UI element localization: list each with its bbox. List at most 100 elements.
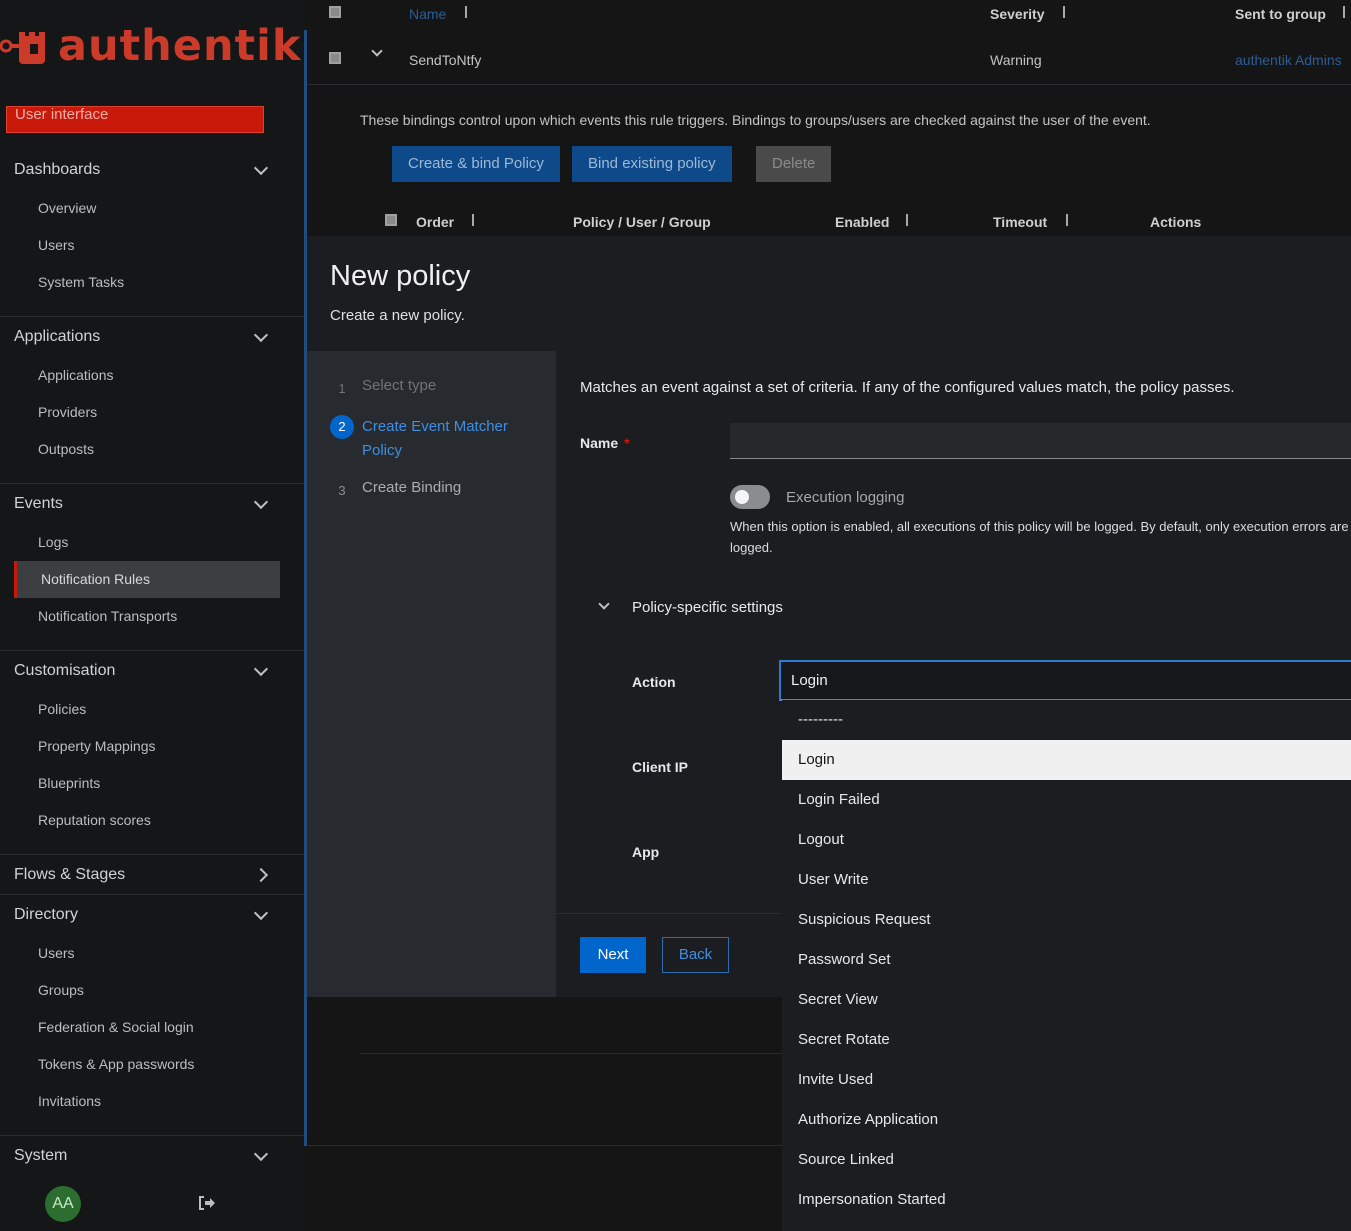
back-button[interactable]: Back (662, 937, 729, 973)
delete-button[interactable]: Delete (756, 146, 832, 182)
column-order[interactable]: Order (416, 214, 454, 230)
action-option[interactable]: Authorize Application (782, 1100, 1351, 1140)
sidebar-footer: AA (0, 1175, 304, 1231)
column-actions: Actions (1150, 214, 1202, 230)
sidebar-item-groups[interactable]: Groups (0, 972, 280, 1009)
execution-logging-toggle[interactable] (730, 485, 770, 509)
action-label: Action (632, 674, 676, 690)
create-bind-policy-button[interactable]: Create & bind Policy (392, 146, 560, 182)
sidebar-item-logs[interactable]: Logs (0, 524, 280, 561)
chevron-down-icon (253, 327, 269, 343)
bindings-help-text: These bindings control upon which events… (360, 112, 1151, 128)
rule-severity: Warning (990, 52, 1042, 68)
name-label-text: Name (580, 435, 619, 451)
nav-group-system: System (0, 1136, 304, 1176)
name-field[interactable] (730, 423, 1351, 459)
column-name[interactable]: Name (409, 6, 446, 22)
sidebar: authentik User interface Dashboards Over… (0, 0, 304, 1231)
chevron-down-icon[interactable] (598, 598, 610, 610)
action-option[interactable]: Impersonation Started (782, 1180, 1351, 1220)
chevron-down-icon (253, 1146, 269, 1162)
nav-group-flows-stages-toggle[interactable]: Flows & Stages (0, 855, 304, 895)
wizard-step-create-binding[interactable]: 3 Create Binding (330, 479, 461, 503)
action-option[interactable]: Source Linked (782, 1140, 1351, 1180)
sidebar-item-blueprints[interactable]: Blueprints (0, 765, 280, 802)
action-option[interactable]: Secret View (782, 980, 1351, 1020)
select-all-checkbox[interactable] (329, 6, 341, 18)
action-option[interactable]: Logout (782, 820, 1351, 860)
nav-group-directory-toggle[interactable]: Directory (0, 895, 304, 935)
column-sent-to-group[interactable]: Sent to group (1235, 6, 1326, 22)
sort-icon (1343, 6, 1345, 18)
step-label: Create Event Matcher Policy (362, 418, 508, 459)
sidebar-item-notification-rules[interactable]: Notification Rules (14, 561, 280, 598)
user-interface-button[interactable]: User interface (6, 106, 264, 133)
wizard-step-create-policy[interactable]: 2 Create Event Matcher Policy (330, 415, 540, 463)
chevron-down-icon (253, 160, 269, 176)
action-option[interactable]: User Write (782, 860, 1351, 900)
sidebar-item-applications[interactable]: Applications (0, 357, 280, 394)
policy-description: Matches an event against a set of criter… (580, 379, 1235, 396)
rule-group-link[interactable]: authentik Admins (1235, 52, 1342, 68)
sidebar-item-users[interactable]: Users (0, 935, 280, 972)
sidebar-item-providers[interactable]: Providers (0, 394, 280, 431)
action-option[interactable]: Secret Rotate (782, 1020, 1351, 1060)
nav-group-label: Dashboards (14, 161, 101, 178)
action-option[interactable]: --------- (782, 700, 1351, 740)
wizard-step-select-type[interactable]: 1 Select type (330, 377, 436, 401)
wizard-steps: 1 Select type 2 Create Event Matcher Pol… (307, 351, 556, 997)
chevron-down-icon (253, 661, 269, 677)
nav-group-label: Applications (14, 328, 101, 345)
sort-icon (472, 214, 474, 226)
nav-group-applications: Applications Applications Providers Outp… (0, 317, 304, 468)
sidebar-item-tokens[interactable]: Tokens & App passwords (0, 1046, 280, 1083)
action-option-selected[interactable]: Login (782, 740, 1351, 780)
required-marker: * (624, 435, 630, 451)
column-timeout[interactable]: Timeout (993, 214, 1047, 230)
sidebar-item-outposts[interactable]: Outposts (0, 431, 280, 468)
step-label: Create Binding (362, 479, 462, 496)
execution-logging-label: Execution logging (786, 489, 905, 506)
sidebar-item-policies[interactable]: Policies (0, 691, 280, 728)
sort-down-icon (465, 6, 467, 18)
sidebar-item-notification-transports[interactable]: Notification Transports (0, 598, 280, 635)
action-option[interactable]: Login Failed (782, 780, 1351, 820)
sidebar-item-reputation-scores[interactable]: Reputation scores (0, 802, 280, 839)
nav-group-label: Events (14, 495, 63, 512)
nav-group-events-toggle[interactable]: Events (0, 484, 304, 524)
logout-icon[interactable] (198, 1195, 216, 1211)
rule-name: SendToNtfy (409, 52, 482, 68)
nav-group-label: System (14, 1147, 68, 1164)
action-option[interactable]: Invite Used (782, 1060, 1351, 1100)
chevron-down-icon (253, 494, 269, 510)
column-severity[interactable]: Severity (990, 6, 1044, 22)
brand-logo[interactable]: authentik (0, 22, 301, 70)
nav-group-events: Events Logs Notification Rules Notificat… (0, 484, 304, 635)
nav-group-system-toggle[interactable]: System (0, 1136, 304, 1176)
row-checkbox[interactable] (329, 52, 341, 64)
chevron-down-icon[interactable] (371, 45, 383, 57)
nav-group-label: Flows & Stages (14, 866, 126, 883)
nav-group-customisation-toggle[interactable]: Customisation (0, 651, 304, 691)
column-policy-user-group: Policy / User / Group (573, 214, 711, 230)
sidebar-item-system-tasks[interactable]: System Tasks (0, 264, 280, 301)
action-select[interactable]: Login (779, 660, 1351, 701)
sidebar-item-overview[interactable]: Overview (0, 190, 280, 227)
action-option[interactable]: Suspicious Request (782, 900, 1351, 940)
action-option[interactable]: Password Set (782, 940, 1351, 980)
select-all-bindings-checkbox[interactable] (385, 214, 397, 226)
sidebar-item-invitations[interactable]: Invitations (0, 1083, 280, 1120)
nav-group-applications-toggle[interactable]: Applications (0, 317, 304, 357)
sidebar-item-property-mappings[interactable]: Property Mappings (0, 728, 280, 765)
policy-specific-settings-toggle[interactable]: Policy-specific settings (632, 599, 783, 616)
next-button[interactable]: Next (580, 937, 646, 973)
sidebar-item-federation[interactable]: Federation & Social login (0, 1009, 280, 1046)
name-label: Name * (580, 435, 630, 451)
avatar[interactable]: AA (45, 1186, 81, 1222)
sidebar-item-users[interactable]: Users (0, 227, 280, 264)
bind-existing-policy-button[interactable]: Bind existing policy (572, 146, 732, 182)
column-enabled[interactable]: Enabled (835, 214, 889, 230)
client-ip-label: Client IP (632, 759, 689, 775)
nav-group-dashboards-toggle[interactable]: Dashboards (0, 150, 304, 190)
table-row[interactable]: SendToNtfy Warning authentik Admins (307, 31, 1351, 85)
